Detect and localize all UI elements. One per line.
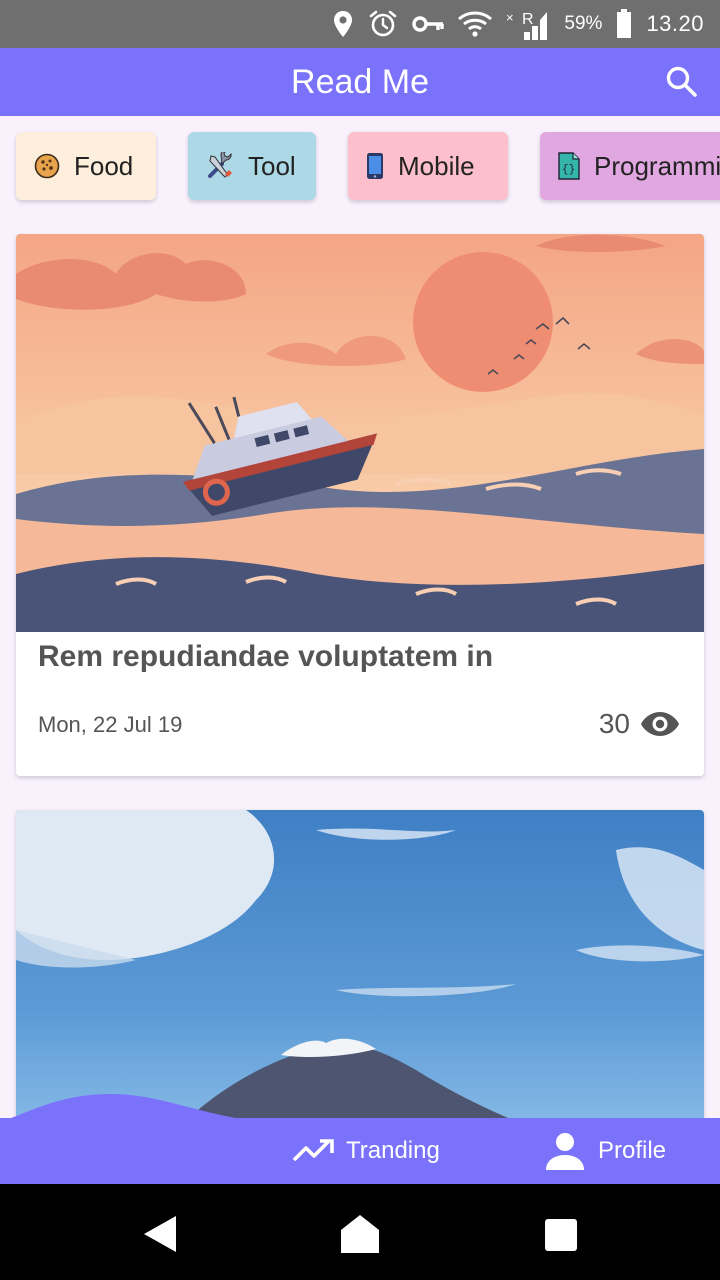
nav-item-tranding[interactable]: Tranding (292, 1118, 440, 1184)
svg-text:×: × (506, 10, 514, 25)
article-views: 30 (599, 708, 680, 740)
status-bar: × R 59% 13.20 (0, 0, 720, 48)
svg-text:R: R (522, 11, 534, 28)
nav-item-profile[interactable]: Profile (544, 1118, 666, 1184)
home-icon[interactable] (340, 1214, 380, 1254)
category-chip-food[interactable]: Food (16, 132, 156, 200)
nav-label: Tranding (346, 1137, 440, 1164)
nav-label: Profile (598, 1137, 667, 1164)
category-chip-mobile[interactable]: Mobile (348, 132, 508, 200)
location-icon (334, 11, 353, 37)
app-bar: Read Me (0, 48, 720, 116)
person-icon (546, 1133, 584, 1170)
wifi-icon (458, 11, 493, 37)
signal-icon: × R (506, 10, 548, 40)
code-file-icon: {} (558, 152, 580, 180)
category-label: Food (74, 150, 134, 181)
bottom-navigation: Tranding Profile (0, 1118, 720, 1184)
clock: 13.20 (646, 11, 704, 36)
battery-icon (617, 9, 632, 38)
article-title: Rem repudiandae voluptatem in (38, 640, 494, 673)
category-chip-programming[interactable]: {} Programming (540, 132, 720, 200)
back-icon[interactable] (142, 1214, 178, 1254)
article-card[interactable]: Rem repudiandae voluptatem in Mon, 22 Ju… (16, 234, 704, 776)
cookie-icon (34, 153, 60, 179)
eye-icon (641, 712, 679, 736)
category-chip-tool[interactable]: Tool (188, 132, 316, 200)
system-navigation-bar (0, 1184, 720, 1280)
category-label: Tool (248, 150, 296, 181)
category-list: Food Tool Mobile {} Programmi (0, 116, 720, 234)
article-image (16, 234, 704, 632)
article-date: Mon, 22 Jul 19 (38, 712, 183, 737)
search-icon[interactable] (664, 64, 700, 100)
screen: × R 59% 13.20 Read Me Food Tool Mobile {… (0, 0, 720, 1280)
battery-percentage: 59% (564, 13, 603, 34)
recents-icon[interactable] (544, 1218, 578, 1252)
alarm-icon (370, 10, 397, 37)
view-count: 30 (598, 708, 630, 739)
smartphone-icon (367, 153, 383, 179)
trending-up-icon (292, 1139, 334, 1162)
app-title: Read Me (291, 62, 429, 101)
category-label: Programming (594, 150, 720, 181)
vpn-key-icon (412, 16, 445, 32)
svg-text:{}: {} (562, 164, 575, 176)
tools-icon (208, 152, 232, 178)
category-label: Mobile (398, 150, 475, 181)
